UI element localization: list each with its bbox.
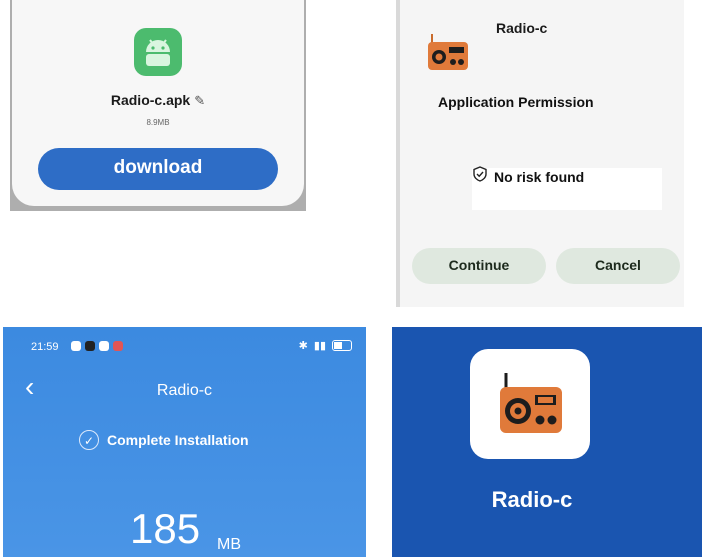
shield-check-icon xyxy=(472,166,488,187)
risk-text: No risk found xyxy=(494,168,585,185)
system-icons: ✱ ▮▮ xyxy=(299,339,352,352)
install-status-text: Complete Installation xyxy=(107,432,249,448)
permission-dialog: Radio-c Application Permission No risk f… xyxy=(396,0,684,307)
install-size-unit: MB xyxy=(217,536,241,553)
notification-icons xyxy=(71,341,123,351)
install-size-value: 185 xyxy=(130,505,201,552)
permission-title: Application Permission xyxy=(438,94,594,110)
android-icon xyxy=(134,28,182,76)
risk-status: No risk found xyxy=(472,166,584,187)
continue-button[interactable]: Continue xyxy=(412,248,546,284)
install-screen: 21:59 ✱ ▮▮ ‹ Radio-c ✓ Complete Installa… xyxy=(3,327,366,557)
download-panel: Radio-c.apk ✎ 8.9MB download xyxy=(10,0,306,211)
radio-icon xyxy=(492,367,568,443)
app-notification-icon xyxy=(85,341,95,351)
signal-icon: ▮▮ xyxy=(313,340,326,352)
battery-icon xyxy=(332,340,352,351)
chat-icon xyxy=(99,341,109,351)
check-circle-icon: ✓ xyxy=(79,430,99,450)
app-label: Radio-c xyxy=(491,487,573,512)
file-size: 8.9MB xyxy=(146,118,170,127)
file-name-text: Radio-c.apk xyxy=(110,92,191,108)
cancel-button[interactable]: Cancel xyxy=(556,248,680,284)
screen-title: Radio-c xyxy=(156,382,213,399)
status-bar: 21:59 ✱ ▮▮ xyxy=(3,337,366,357)
download-button[interactable]: download xyxy=(38,148,278,190)
radio-icon xyxy=(422,30,472,76)
install-status: ✓ Complete Installation xyxy=(79,430,249,450)
download-card: Radio-c.apk ✎ 8.9MB download xyxy=(12,0,304,206)
status-time: 21:59 xyxy=(31,341,59,353)
search-icon xyxy=(71,341,81,351)
alert-icon xyxy=(113,341,123,351)
app-tile-panel: Radio-c xyxy=(392,327,702,557)
app-icon-tile[interactable] xyxy=(470,349,590,459)
dialog-app-name: Radio-c xyxy=(496,20,548,36)
file-name: Radio-c.apk ✎ xyxy=(12,92,304,109)
bluetooth-icon: ✱ xyxy=(298,340,308,352)
pencil-icon[interactable]: ✎ xyxy=(194,93,205,108)
